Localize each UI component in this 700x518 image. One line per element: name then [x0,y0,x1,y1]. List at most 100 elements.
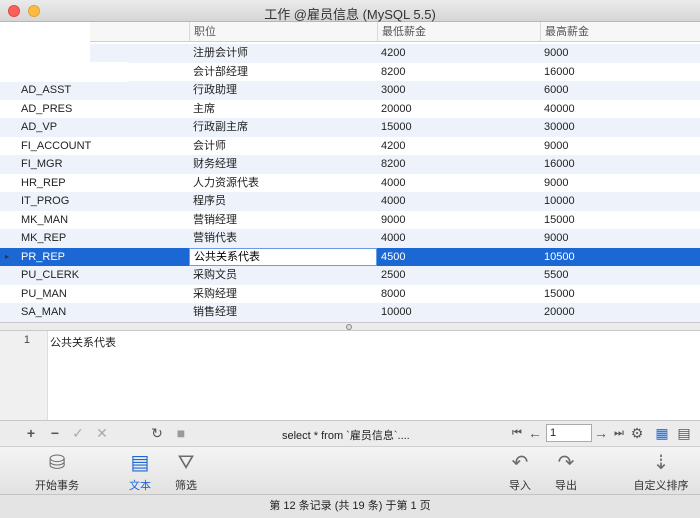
cell-job[interactable]: FI_MGR [17,155,189,174]
import-button[interactable]: ↶ 导入 [504,451,536,493]
cell-min-salary[interactable]: 20000 [377,100,540,119]
cell-title[interactable]: 会计师 [189,137,377,156]
cell-max-salary[interactable]: 15000 [540,211,670,230]
cell-title[interactable]: 行政副主席 [189,118,377,137]
cell-min-salary[interactable]: 10000 [377,303,540,322]
cell-title[interactable]: 主席 [189,100,377,119]
cell-job[interactable]: SA_MAN [17,303,189,322]
cell-job[interactable]: HR_REP [17,174,189,193]
cell-job[interactable]: AD_VP [17,118,189,137]
cell-job[interactable]: IT_PROG [17,192,189,211]
table-row[interactable]: AD_PRES 主席 20000 40000 [0,100,700,119]
refresh-icon[interactable]: ↻ [150,425,164,441]
page-number-input[interactable]: 1 [546,424,592,442]
table-row[interactable]: SA_MAN 销售经理 10000 20000 [0,303,700,322]
cell-title[interactable]: 会计部经理 [189,63,377,82]
cell-max-salary[interactable]: 30000 [540,118,670,137]
table-row[interactable]: FI_ACCOUNT 会计师 4200 9000 [0,137,700,156]
column-header-title[interactable]: 职位 [189,22,377,42]
splitter-handle[interactable] [346,324,352,330]
cell-job[interactable]: AD_ASST [17,81,189,100]
cell-max-salary[interactable]: 20000 [540,303,670,322]
editor-content[interactable]: 公共关系代表 [50,334,116,350]
cell-title[interactable]: 销售经理 [189,303,377,322]
table-row[interactable]: IT_PROG 程序员 4000 10000 [0,192,700,211]
column-header-min-salary[interactable]: 最低薪金 [377,22,540,42]
table-row[interactable]: 注册会计师 4200 9000 [0,44,700,63]
gear-icon[interactable]: ⚙ [630,425,644,441]
cell-max-salary[interactable]: 10500 [540,248,670,267]
cell-min-salary[interactable]: 4000 [377,174,540,193]
cross-icon[interactable]: ✕ [94,425,110,441]
check-icon[interactable]: ✓ [70,425,86,441]
cell-title[interactable]: 采购文员 [189,266,377,285]
table-row[interactable]: FI_MGR 财务经理 8200 16000 [0,155,700,174]
cell-min-salary[interactable]: 3000 [377,81,540,100]
cell-title[interactable]: 程序员 [189,192,377,211]
cell-min-salary[interactable]: 4500 [377,248,540,267]
cell-title[interactable]: 注册会计师 [189,44,377,63]
cell-title[interactable]: 人力资源代表 [189,174,377,193]
cell-title[interactable]: 营销代表 [189,229,377,248]
table-row[interactable]: AD_VP 行政副主席 15000 30000 [0,118,700,137]
cell-job[interactable]: MK_REP [17,229,189,248]
table-row[interactable]: MK_REP 营销代表 4000 9000 [0,229,700,248]
export-button[interactable]: ↷ 导出 [550,451,582,493]
cell-min-salary[interactable]: 4200 [377,44,540,63]
cell-min-salary[interactable]: 2500 [377,266,540,285]
cell-job[interactable]: PU_MAN [17,285,189,304]
table-row[interactable]: PU_MAN 采购经理 8000 15000 [0,285,700,304]
cell-max-salary[interactable]: 40000 [540,100,670,119]
cell-job[interactable]: PU_CLERK [17,266,189,285]
cell-max-salary[interactable]: 9000 [540,137,670,156]
pane-splitter[interactable] [0,322,700,331]
cell-job[interactable]: FI_ACCOUNT [17,137,189,156]
cell-max-salary[interactable]: 9000 [540,174,670,193]
cell-min-salary[interactable]: 4000 [377,229,540,248]
column-header-max-salary[interactable]: 最高薪金 [540,22,670,42]
text-view-button[interactable]: ▤ 文本 [122,451,158,493]
cell-job[interactable]: AD_PRES [17,100,189,119]
cell-max-salary[interactable]: 9000 [540,44,670,63]
table-row[interactable]: PU_CLERK 采购文员 2500 5500 [0,266,700,285]
custom-sort-button[interactable]: ⇣ 自定义排序 [630,451,692,493]
cell-title[interactable]: 采购经理 [189,285,377,304]
cell-min-salary[interactable]: 4000 [377,192,540,211]
minus-icon[interactable]: − [46,425,64,441]
last-page-icon[interactable]: ⏭ [612,425,626,441]
cell-title[interactable]: 营销经理 [189,211,377,230]
first-page-icon[interactable]: ⏮ [510,425,524,441]
stop-icon[interactable]: ■ [174,425,188,441]
cell-max-salary[interactable]: 10000 [540,192,670,211]
cell-max-salary[interactable]: 9000 [540,229,670,248]
next-page-icon[interactable]: → [594,425,608,441]
cell-job[interactable]: PR_REP [17,248,189,267]
filter-button[interactable]: ⛛ 筛选 [168,451,204,493]
form-view-icon[interactable]: ▤ [676,425,692,441]
plus-icon[interactable]: + [24,425,38,441]
cell-min-salary[interactable]: 8000 [377,285,540,304]
cell-max-salary[interactable]: 5500 [540,266,670,285]
cell-min-salary[interactable]: 8200 [377,63,540,82]
cell-max-salary[interactable]: 15000 [540,285,670,304]
table-row[interactable]: HR_REP 人力资源代表 4000 9000 [0,174,700,193]
begin-transaction-button[interactable]: ⛁ 开始事务 [30,451,84,493]
table-row[interactable]: MK_MAN 营销经理 9000 15000 [0,211,700,230]
cell-min-salary[interactable]: 15000 [377,118,540,137]
cell-title[interactable]: 行政助理 [189,81,377,100]
cell-title[interactable]: 公共关系代表 [189,247,377,266]
cell-min-salary[interactable]: 8200 [377,155,540,174]
data-grid[interactable]: 工作 职位 最低薪金 最高薪金 注册会计师42009000会计部经理820016… [0,22,700,322]
table-row[interactable]: AD_ASST 行政助理 3000 6000 [0,81,700,100]
prev-page-icon[interactable]: ← [528,425,542,441]
cell-text-editor[interactable]: 1 公共关系代表 [0,331,700,420]
cell-min-salary[interactable]: 9000 [377,211,540,230]
cell-job[interactable]: MK_MAN [17,211,189,230]
cell-max-salary[interactable]: 16000 [540,155,670,174]
cell-max-salary[interactable]: 16000 [540,63,670,82]
cell-title[interactable]: 财务经理 [189,155,377,174]
table-row[interactable]: ▸ PR_REP 公共关系代表 4500 10500 [0,247,700,267]
cell-min-salary[interactable]: 4200 [377,137,540,156]
grid-view-icon[interactable]: ▦ [655,425,669,441]
cell-max-salary[interactable]: 6000 [540,81,670,100]
